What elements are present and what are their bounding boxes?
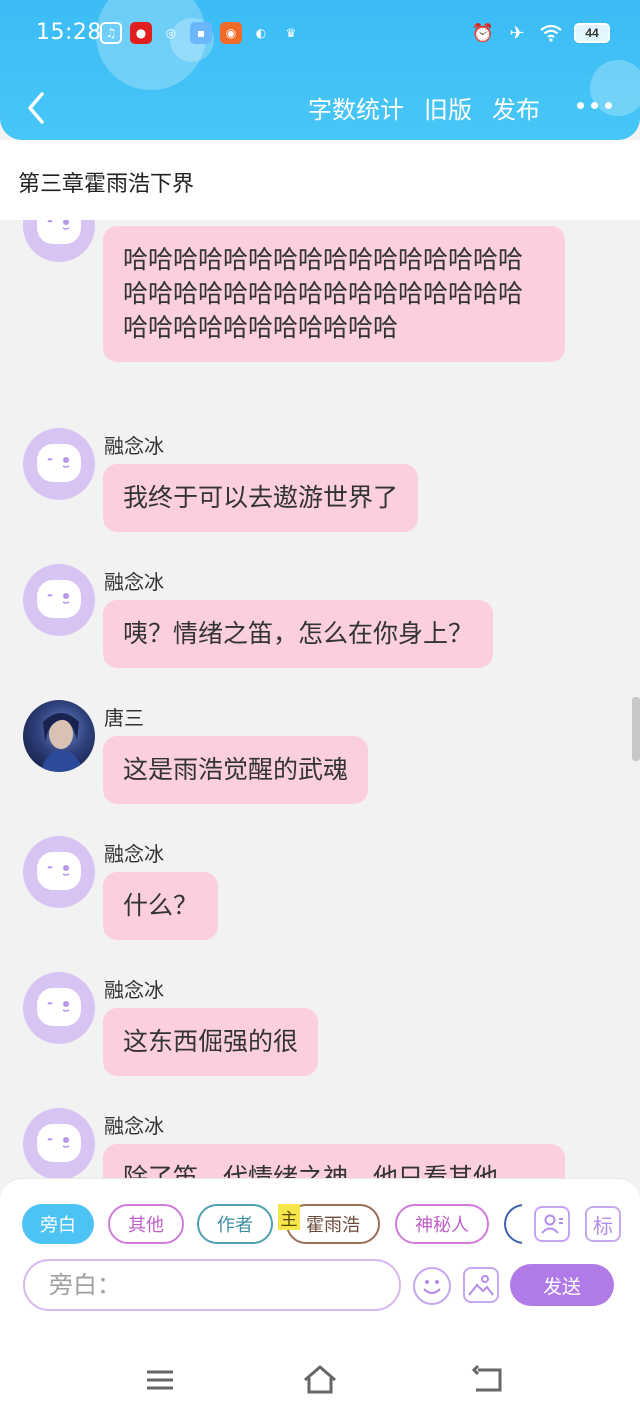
role-huo-yuhao[interactable]: 霍雨浩: [286, 1204, 380, 1244]
character-settings-button[interactable]: [534, 1206, 570, 1242]
home-icon: [304, 1365, 336, 1394]
header-actions: 字数统计 旧版 发布: [308, 90, 540, 125]
chat-bubble-icon: [37, 220, 81, 244]
wechat-icon: ◎: [165, 26, 177, 40]
battery-indicator: 44: [574, 23, 610, 43]
chapter-title: 第三章霍雨浩下界: [18, 172, 195, 197]
chat-bubble-icon: [37, 852, 81, 890]
person-card-icon: [541, 1214, 563, 1234]
chat-bubble-icon: [37, 580, 81, 618]
avatar[interactable]: [23, 220, 95, 262]
role-mysterious[interactable]: 神秘人: [395, 1204, 489, 1244]
chat-bubble-icon: [37, 444, 81, 482]
orange-app-icon: ◉: [220, 22, 242, 44]
emoji-button[interactable]: [413, 1267, 451, 1305]
status-app-icons: ♫ ● ◎ ▪ ◉ ◐ ♛: [100, 22, 302, 44]
red-app-icon: ●: [130, 22, 152, 44]
dot: [605, 102, 612, 109]
role-other[interactable]: 其他: [108, 1204, 184, 1244]
screen: 15:28 ♫ ● ◎ ▪ ◉ ◐ ♛ ⏰ ✈ 44 字数统计 旧版 发布 第三…: [0, 0, 640, 1422]
alarm-icon: ⏰: [471, 22, 495, 44]
status-bar: 15:28 ♫ ● ◎ ▪ ◉ ◐ ♛ ⏰ ✈ 44: [0, 0, 640, 68]
sender-name: 融念冰: [104, 434, 164, 458]
chat-bubble-icon: [37, 1124, 81, 1162]
scrollbar-thumb[interactable]: [632, 697, 640, 761]
system-nav-bar: [0, 1314, 640, 1422]
airplane-icon: ✈: [509, 22, 525, 44]
role-narrator[interactable]: 旁白: [22, 1204, 94, 1244]
image-button[interactable]: [463, 1267, 499, 1303]
compass-icon: ◐: [255, 26, 267, 40]
menu-icon: [147, 1370, 173, 1390]
word-count-button[interactable]: 字数统计: [308, 90, 404, 125]
character-avatar[interactable]: [23, 700, 95, 772]
message-bubble[interactable]: 什么？: [103, 872, 219, 940]
wifi-icon: [540, 22, 562, 44]
blue-app-icon: ▪: [190, 22, 212, 44]
message-bubble[interactable]: 哈哈哈哈哈哈哈哈哈哈哈哈哈哈哈哈哈哈哈哈哈哈哈哈哈哈哈哈哈哈哈哈哈哈哈哈哈哈哈哈…: [103, 226, 565, 362]
home-button[interactable]: [300, 1360, 340, 1400]
old-version-button[interactable]: 旧版: [424, 90, 472, 125]
nav-bar: 字数统计 旧版 发布: [0, 80, 640, 136]
back-system-button[interactable]: [468, 1360, 508, 1400]
music-app-icon: ♫: [100, 22, 122, 44]
back-button[interactable]: [20, 88, 56, 128]
main-character-badge: 主: [278, 1204, 300, 1230]
message-bubble[interactable]: 我终于可以去遨游世界了: [103, 464, 419, 532]
status-system-icons: ⏰ ✈ 44: [472, 22, 610, 44]
sender-name: 融念冰: [104, 842, 164, 866]
message-bubble[interactable]: 这东西倔强的很: [103, 1008, 319, 1076]
return-icon: [471, 1364, 502, 1392]
sender-name: 融念冰: [104, 570, 164, 594]
message-input[interactable]: [23, 1259, 401, 1311]
tag-label: 标: [593, 1213, 613, 1238]
publish-button[interactable]: 发布: [492, 90, 540, 125]
status-time: 15:28: [36, 20, 102, 45]
smiley-icon: [423, 1280, 441, 1294]
role-more[interactable]: [504, 1204, 522, 1244]
avatar[interactable]: [23, 972, 95, 1044]
role-author[interactable]: 作者: [197, 1204, 273, 1244]
sender-name: 融念冰: [104, 1114, 164, 1138]
sender-name: 融念冰: [104, 978, 164, 1002]
app-header: 15:28 ♫ ● ◎ ▪ ◉ ◐ ♛ ⏰ ✈ 44 字数统计 旧版 发布: [0, 0, 640, 140]
message-bubble[interactable]: 除了笛，代情绪之神，他只看其他: [103, 1144, 565, 1180]
avatar[interactable]: [23, 1108, 95, 1180]
avatar[interactable]: [23, 836, 95, 908]
chapter-bar: 第三章霍雨浩下界: [0, 140, 640, 220]
chat-list[interactable]: 哈哈哈哈哈哈哈哈哈哈哈哈哈哈哈哈哈哈哈哈哈哈哈哈哈哈哈哈哈哈哈哈哈哈哈哈哈哈哈哈…: [0, 220, 640, 1180]
role-selector: 旁白 其他 作者 霍雨浩 神秘人: [22, 1204, 522, 1246]
message-bubble[interactable]: 这是雨浩觉醒的武魂: [103, 736, 369, 804]
message-bubble[interactable]: 咦？情绪之笛，怎么在你身上？: [103, 600, 494, 668]
avatar[interactable]: [23, 564, 95, 636]
more-button[interactable]: [577, 102, 612, 109]
dot: [591, 102, 598, 109]
image-icon: [468, 1275, 494, 1296]
chevron-left-icon: [28, 92, 44, 124]
tag-button[interactable]: 标: [585, 1206, 621, 1242]
menu-button[interactable]: [140, 1360, 180, 1400]
dot: [577, 102, 584, 109]
sender-name: 唐三: [104, 706, 144, 730]
chat-bubble-icon: [37, 988, 81, 1026]
character-portrait-icon: [41, 713, 83, 772]
crown-icon: ♛: [285, 26, 297, 40]
send-button[interactable]: 发送: [510, 1264, 614, 1306]
avatar[interactable]: [23, 428, 95, 500]
